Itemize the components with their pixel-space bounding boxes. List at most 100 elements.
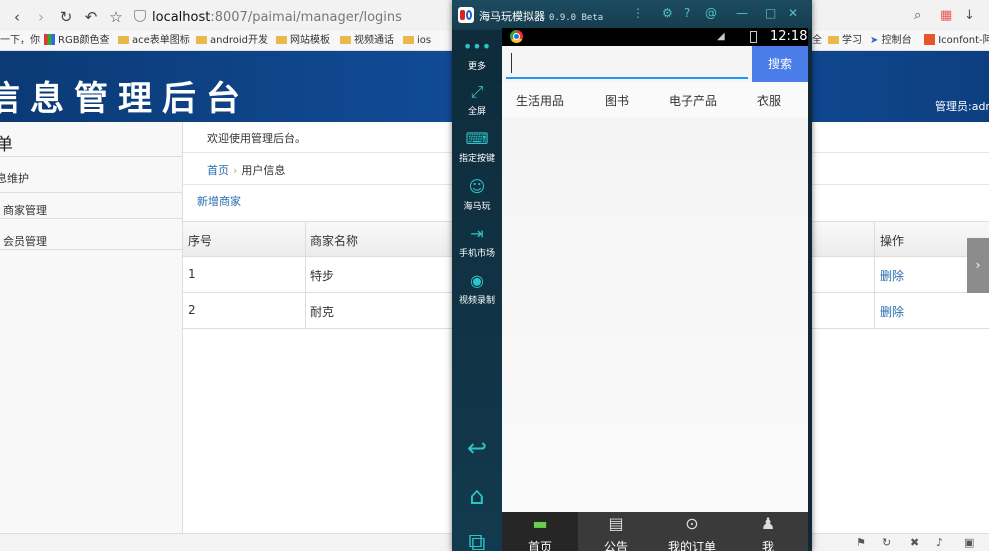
shield-icon (134, 10, 146, 22)
delete-link[interactable]: 删除 (880, 303, 904, 320)
bookmark-item[interactable]: 视频通话 (340, 34, 394, 48)
content-area (502, 118, 808, 512)
bookmark-item[interactable]: 网站模板 (276, 34, 330, 48)
android-recent-icon[interactable]: ⧉ (452, 528, 502, 551)
minimize-icon[interactable]: — (736, 6, 748, 20)
android-home-icon[interactable]: ⌂ (452, 482, 502, 510)
folder-icon (828, 36, 839, 44)
add-merchant-link[interactable]: 新增商家 (197, 193, 241, 209)
tool-haimawan[interactable]: ☺ 海马玩 (452, 176, 502, 212)
search-input[interactable] (506, 49, 748, 79)
reload-icon[interactable]: ↻ (57, 8, 75, 26)
tab-home[interactable]: ▬ 首页 (502, 512, 578, 551)
chat-bubble-icon: ▬ (532, 514, 548, 533)
row-index: 2 (188, 303, 196, 317)
breadcrumb-current: 用户信息 (241, 164, 286, 177)
sidebar-item-merchant[interactable]: 商家管理 (3, 202, 47, 218)
breadcrumb-home[interactable]: 首页 (207, 164, 229, 177)
folder-icon (340, 36, 351, 44)
category-daily[interactable]: 生活用品 (516, 92, 564, 109)
text-cursor (511, 53, 512, 73)
tool-more[interactable]: ••• 更多 (452, 36, 502, 72)
row-index: 1 (188, 267, 196, 281)
maximize-icon[interactable]: □ (765, 6, 776, 20)
screen-icon[interactable]: ▣ (964, 536, 974, 549)
merchant-name: 特步 (310, 269, 335, 283)
tool-keymap[interactable]: ⌨ 指定按键 (452, 128, 502, 164)
bookmark-item[interactable]: ios (403, 34, 431, 48)
more-icon: ••• (462, 37, 492, 56)
market-icon: ⇥ (470, 224, 484, 243)
bookmark-item[interactable]: Iconfont-阿 (924, 34, 989, 48)
iconfont-icon (924, 34, 935, 45)
column-divider (305, 221, 306, 328)
bookmark-item[interactable]: android开发 (196, 34, 268, 48)
close-icon[interactable]: ✕ (788, 6, 798, 20)
phone-screen: ◢ 12:18 搜索 生活用品 图书 电子产品 衣服 ▬ 首页 ▤ 公告 ⊙ 我的订单… (502, 28, 808, 551)
category-books[interactable]: 图书 (605, 92, 629, 109)
fullscreen-icon: ⤢ (470, 82, 484, 101)
android-back-icon[interactable]: ↩ (452, 434, 502, 462)
rgb-icon (44, 34, 55, 45)
bookmark-item[interactable]: RGB颜色查 (44, 34, 110, 48)
sidebar-title: 单 (0, 135, 13, 155)
compass-icon: ⊙ (685, 514, 699, 533)
bookmark-item[interactable]: 全 (812, 34, 822, 48)
search-icon[interactable]: ⌕ (914, 8, 921, 23)
record-icon: ◉ (470, 271, 484, 290)
tool-app-market[interactable]: ⇥ 手机市场 (452, 223, 502, 259)
pin-icon[interactable]: ⚑ (856, 536, 866, 549)
divider (0, 156, 183, 157)
divider (0, 192, 183, 193)
tab-notice[interactable]: ▤ 公告 (578, 512, 654, 551)
bookmark-item[interactable]: 一下，你 (0, 34, 40, 48)
download-icon[interactable]: ↓ (964, 8, 975, 23)
column-divider (874, 221, 875, 328)
grip-icon: ⋮ (632, 6, 644, 20)
trash-icon[interactable]: ✖ (910, 536, 919, 549)
welcome-text: 欢迎使用管理后台。 (207, 132, 306, 145)
folder-icon (276, 36, 287, 44)
tool-fullscreen[interactable]: ⤢ 全屏 (452, 81, 502, 117)
merchant-name: 耐克 (310, 305, 335, 319)
delete-link[interactable]: 删除 (880, 267, 904, 284)
undo-icon[interactable]: ↶ (82, 8, 100, 26)
tab-orders[interactable]: ⊙ 我的订单 (654, 512, 730, 551)
bottom-tab-bar: ▬ 首页 ▤ 公告 ⊙ 我的订单 ♟ 我 (502, 512, 808, 551)
send-icon: ➤ (870, 35, 879, 46)
volume-icon[interactable]: ♪ (936, 536, 943, 549)
battery-icon (750, 31, 757, 43)
at-icon[interactable]: @ (705, 6, 717, 20)
keyboard-icon: ⌨ (465, 129, 489, 148)
url-field[interactable]: localhost:8007/paimai/manager/logins (134, 7, 454, 29)
sidebar-item-member[interactable]: 会员管理 (3, 233, 47, 249)
category-electronics[interactable]: 电子产品 (669, 92, 717, 109)
emulator-titlebar[interactable]: 海马玩模拟器 0.9.0 Beta ⋮ ⚙ ? @ — □ ✕ (452, 0, 812, 30)
divider (0, 218, 183, 219)
sidebar: 单 息维护 商家管理 会员管理 (0, 122, 183, 533)
android-status-bar: ◢ 12:18 (502, 28, 808, 46)
back-icon[interactable]: ‹ (8, 8, 26, 26)
refresh-icon[interactable]: ↻ (882, 536, 891, 549)
bookmark-item[interactable]: 学习 (828, 34, 862, 48)
scroll-right-icon[interactable]: › (967, 238, 989, 293)
tab-me[interactable]: ♟ 我 (730, 512, 806, 551)
breadcrumb-separator-icon: › (233, 164, 238, 177)
column-header: 操作 (880, 234, 905, 248)
divider (0, 249, 183, 250)
help-icon[interactable]: ? (684, 6, 690, 20)
search-button[interactable]: 搜索 (752, 46, 808, 82)
search-row: 搜索 (502, 46, 808, 82)
category-clothes[interactable]: 衣服 (757, 92, 781, 109)
star-icon[interactable]: ☆ (107, 8, 125, 26)
breadcrumb: 首页 › 用户信息 (207, 162, 285, 178)
apps-icon[interactable]: ▦ (940, 8, 952, 23)
bookmark-item[interactable]: ➤ 控制台 (870, 34, 912, 48)
admin-user-label: 管理员:adm (935, 100, 989, 113)
tool-video-record[interactable]: ◉ 视频录制 (452, 270, 502, 306)
bookmark-item[interactable]: ace表单图标 (118, 34, 190, 48)
forward-icon[interactable]: › (32, 8, 50, 26)
settings-icon[interactable]: ⚙ (662, 6, 673, 20)
emulator-title: 海马玩模拟器 0.9.0 Beta (479, 10, 604, 23)
folder-icon (118, 36, 129, 44)
